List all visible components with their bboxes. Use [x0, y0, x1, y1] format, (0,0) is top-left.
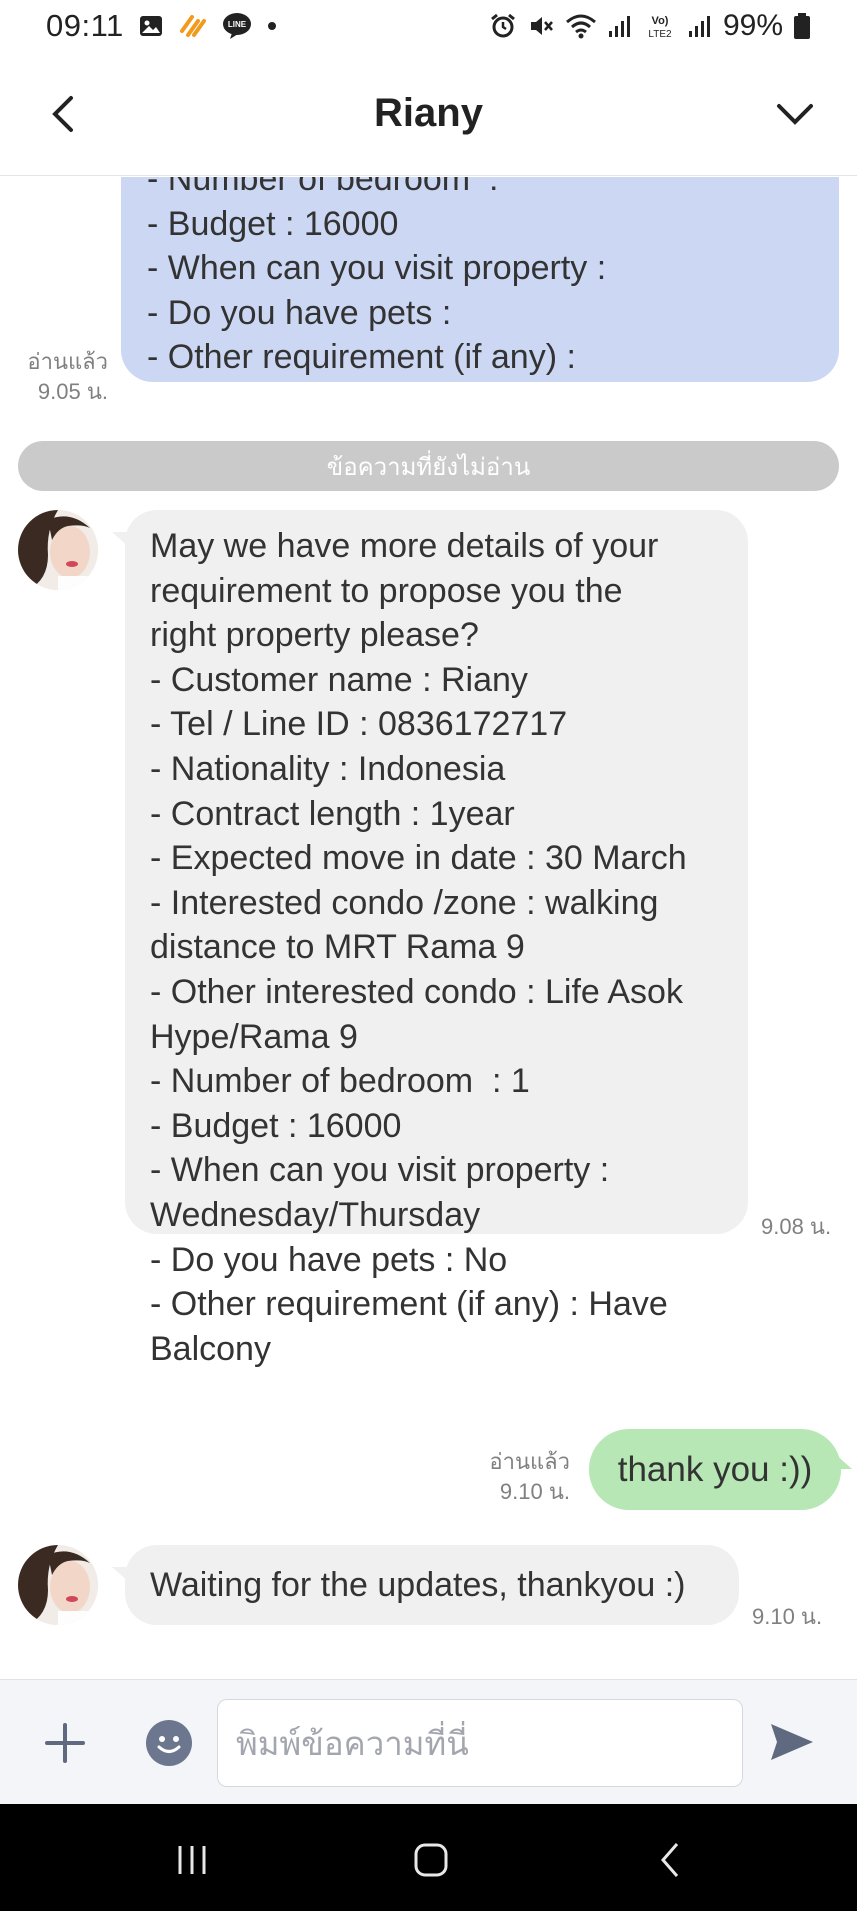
message-meta: อ่านแล้ว 9.10 น.: [466, 1447, 570, 1507]
avatar[interactable]: [18, 510, 98, 590]
outgoing-message-bubble[interactable]: - Number of bedroom : - Budget : 16000 -…: [121, 177, 839, 382]
status-left: 09:11 LINE: [46, 8, 278, 44]
back-nav-button[interactable]: [640, 1838, 700, 1882]
message-line: - Interested condo /zone : walking: [150, 883, 659, 922]
chevron-left-icon: [52, 96, 73, 132]
bubble-tail: [834, 1453, 852, 1469]
battery-icon: [793, 12, 811, 40]
message-time: 9.10 น.: [499, 1479, 570, 1504]
chat-menu-button[interactable]: [769, 90, 821, 138]
read-status: อ่านแล้ว: [27, 349, 108, 374]
recent-apps-icon: [178, 1846, 206, 1874]
message-input-bar: [0, 1679, 857, 1804]
chat-title: Riany: [374, 91, 483, 135]
send-icon: [771, 1724, 813, 1760]
gallery-icon: [138, 13, 164, 39]
message-line: - Do you have pets :: [147, 293, 452, 332]
emoji-button[interactable]: [146, 1720, 192, 1766]
message-line: May we have more details of your: [150, 527, 659, 565]
message-line: right property please?: [150, 616, 479, 655]
send-button[interactable]: [767, 1720, 817, 1764]
message-line: requirement to propose you the: [150, 571, 623, 610]
message-line: - When can you visit property :: [150, 1151, 610, 1190]
message-line: Waiting for the updates, thankyou :): [150, 1565, 686, 1604]
avatar-image: [18, 1545, 98, 1625]
message-time: 9.08 น.: [761, 1214, 832, 1239]
message-line: - When can you visit property :: [147, 249, 607, 288]
chat-header: Riany: [0, 52, 857, 176]
avatar[interactable]: [18, 1545, 98, 1625]
message-time: 9.10 น.: [752, 1604, 823, 1629]
message-line: - Expected move in date : 30 March: [150, 839, 687, 878]
wifi-icon: [565, 12, 597, 40]
incoming-message-bubble[interactable]: May we have more details of your require…: [125, 510, 748, 1368]
attach-button[interactable]: [40, 1718, 90, 1768]
mute-icon: [527, 12, 555, 40]
unread-divider: ข้อความที่ยังไม่อ่าน: [18, 441, 839, 491]
home-button[interactable]: [401, 1838, 461, 1882]
outgoing-message-bubble[interactable]: thank you :)): [589, 1429, 841, 1510]
message-line: distance to MRT Rama 9: [150, 928, 525, 967]
status-time: 09:11: [46, 8, 124, 43]
message-meta: อ่านแล้ว 9.05 น.: [12, 347, 108, 407]
emoji-icon: [157, 1736, 181, 1753]
recent-apps-button[interactable]: [162, 1838, 222, 1882]
message-input[interactable]: [217, 1699, 743, 1787]
message-line: - Number of bedroom :: [147, 177, 499, 198]
svg-text:Vo): Vo): [652, 15, 669, 27]
message-line: - Number of bedroom : 1: [150, 1062, 530, 1101]
status-right: Vo) LTE2 99%: [489, 9, 811, 43]
message-line: Wednesday/Thursday: [150, 1195, 481, 1234]
message-line: - Tel / Line ID : 0836172717: [150, 705, 568, 744]
chat-area[interactable]: - Number of bedroom : - Budget : 16000 -…: [0, 177, 857, 1679]
plus-icon: [45, 1723, 85, 1763]
message-line: - Budget : 16000: [147, 204, 399, 243]
system-nav-bar: [0, 1804, 857, 1911]
back-icon: [661, 1843, 679, 1877]
message-line: - Other requirement (if any) :: [147, 338, 576, 377]
signal-icon: [607, 13, 633, 39]
svg-text:LINE: LINE: [228, 20, 247, 29]
read-status: อ่านแล้ว: [489, 1449, 570, 1474]
avatar-image: [18, 510, 98, 590]
home-icon: [414, 1843, 448, 1877]
battery-percent: 99%: [722, 9, 783, 42]
message-line: - Other requirement (if any) : Have: [150, 1285, 668, 1324]
chevron-down-icon: [777, 104, 813, 125]
message-time: 9.05 น.: [37, 379, 108, 404]
message-line: - Do you have pets : No: [150, 1240, 508, 1279]
message-line: - Nationality : Indonesia: [150, 749, 506, 788]
message-line: - Customer name : Riany: [150, 660, 528, 699]
alarm-icon: [489, 12, 517, 40]
message-line: Balcony: [150, 1329, 271, 1368]
message-line: Hype/Rama 9: [150, 1017, 358, 1056]
incoming-message-bubble[interactable]: Waiting for the updates, thankyou :): [125, 1545, 739, 1625]
back-button[interactable]: [40, 88, 84, 140]
message-line: - Contract length : 1year: [150, 794, 515, 833]
message-line: - Budget : 16000: [150, 1106, 402, 1145]
line-app-icon: LINE: [222, 12, 252, 40]
message-line: - Other interested condo : Life Asok: [150, 972, 683, 1011]
dot-icon: [266, 20, 278, 32]
signal-icon: [687, 13, 713, 39]
volte-icon: Vo) LTE2: [643, 12, 677, 40]
status-bar: 09:11 LINE Vo) LTE2 99%: [0, 0, 857, 52]
svg-text:LTE2: LTE2: [648, 29, 672, 40]
app-notification-icon: [178, 13, 208, 39]
